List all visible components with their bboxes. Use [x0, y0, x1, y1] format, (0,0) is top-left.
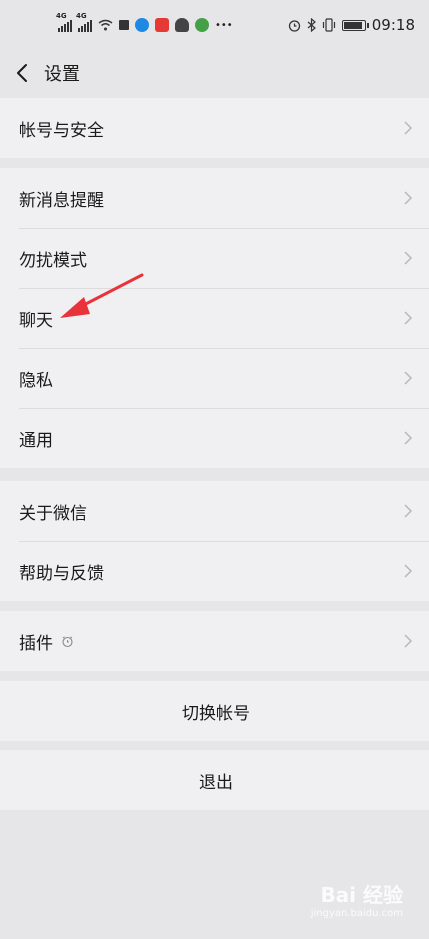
alarm-clock-icon [62, 635, 73, 647]
menu-item-label: 帮助与反馈 [19, 563, 104, 584]
switch-account-button[interactable]: 切换帐号 [0, 681, 429, 741]
menu-item-do-not-disturb[interactable]: 勿扰模式 [0, 228, 429, 288]
menu-item-account-security[interactable]: 帐号与安全 [0, 98, 429, 158]
settings-group-about: 关于微信 帮助与反馈 [0, 481, 429, 601]
chevron-right-icon [404, 251, 413, 265]
chevron-right-icon [404, 431, 413, 445]
chevron-right-icon [404, 311, 413, 325]
watermark: Bai 经验 jingyan.baidu.com [311, 879, 403, 919]
menu-item-label: 新消息提醒 [19, 190, 104, 211]
menu-item-privacy[interactable]: 隐私 [0, 348, 429, 408]
logout-button[interactable]: 退出 [0, 750, 429, 810]
menu-item-help-feedback[interactable]: 帮助与反馈 [0, 541, 429, 601]
switch-account-group: 切换帐号 [0, 681, 429, 741]
menu-item-label: 帐号与安全 [19, 120, 104, 141]
network-label-2: 4G [76, 12, 87, 20]
vibrate-icon [322, 18, 335, 32]
status-right: 09:18 [288, 16, 429, 34]
switch-account-label: 切换帐号 [182, 703, 250, 724]
menu-item-label: 聊天 [19, 310, 53, 331]
logout-group: 退出 [0, 750, 429, 810]
menu-item-label-wrap: 插件 [19, 629, 74, 654]
status-left: 4G 4G ••• [0, 12, 233, 32]
menu-item-chat[interactable]: 聊天 [0, 288, 429, 348]
wifi-icon [98, 19, 113, 31]
cloud-app-icon [175, 18, 189, 32]
menu-item-general[interactable]: 通用 [0, 408, 429, 468]
chevron-right-icon [404, 634, 413, 648]
network-label: 4G [56, 12, 67, 20]
chevron-right-icon [404, 564, 413, 578]
more-dots-icon: ••• [215, 19, 233, 31]
menu-item-notifications[interactable]: 新消息提醒 [0, 168, 429, 228]
battery-icon [341, 19, 369, 31]
nav-bar: 设置 [0, 50, 429, 96]
status-bar: 4G 4G ••• 09:18 [0, 0, 429, 50]
chevron-right-icon [404, 371, 413, 385]
chevron-right-icon [404, 191, 413, 205]
settings-group-account: 帐号与安全 [0, 98, 429, 158]
menu-item-label: 插件 [19, 633, 53, 654]
menu-item-about-wechat[interactable]: 关于微信 [0, 481, 429, 541]
menu-item-label: 隐私 [19, 370, 53, 391]
red-app-icon [155, 18, 169, 32]
play-app-icon [195, 18, 209, 32]
alarm-icon [288, 19, 300, 32]
bluetooth-icon [307, 18, 316, 32]
menu-item-label: 通用 [19, 430, 53, 451]
square-app-icon [119, 20, 129, 30]
watermark-url: jingyan.baidu.com [310, 908, 403, 919]
settings-group-main: 新消息提醒 勿扰模式 聊天 隐私 通用 [0, 168, 429, 468]
signal-icon-2: 4G [76, 12, 92, 32]
page-title: 设置 [44, 64, 80, 85]
settings-group-plugins: 插件 [0, 611, 429, 671]
browser-app-icon [135, 18, 149, 32]
menu-item-label: 关于微信 [19, 503, 87, 524]
back-button[interactable] [0, 50, 44, 96]
menu-item-label: 勿扰模式 [19, 250, 87, 271]
chevron-right-icon [404, 121, 413, 135]
menu-item-plugins[interactable]: 插件 [0, 611, 429, 671]
logout-label: 退出 [199, 772, 233, 793]
back-arrow-icon [17, 64, 27, 82]
signal-icon: 4G [56, 12, 72, 32]
watermark-brand: Bai 经验 [320, 883, 403, 907]
status-time: 09:18 [371, 16, 415, 34]
chevron-right-icon [404, 504, 413, 518]
